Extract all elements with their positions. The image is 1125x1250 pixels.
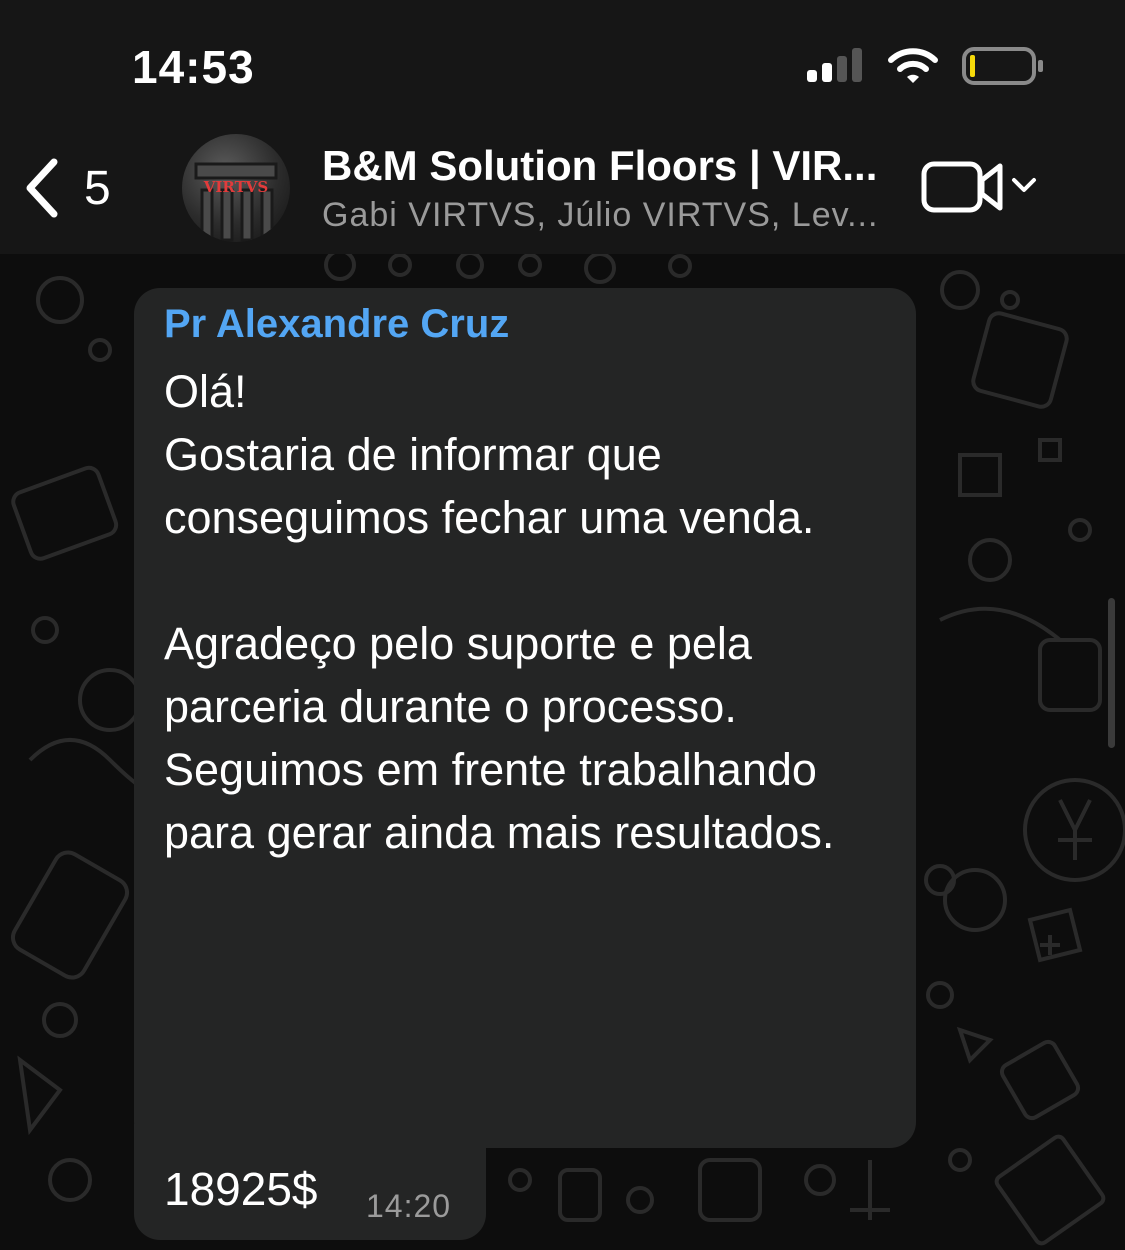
message-amount: 18925$	[164, 1163, 318, 1215]
back-button[interactable]: 5	[22, 156, 111, 220]
message-text: Olá! Gostaria de informar que conseguimo…	[164, 366, 835, 858]
chevron-down-icon	[1012, 178, 1036, 192]
chevron-left-icon	[26, 158, 58, 218]
group-avatar[interactable]: VIRTVS	[182, 134, 290, 242]
message-sender[interactable]: Pr Alexandre Cruz	[164, 302, 509, 347]
status-time: 14:53	[132, 41, 255, 93]
video-camera-icon	[921, 161, 1036, 213]
avatar-logo-text: VIRTVS	[203, 178, 269, 196]
message-bubble[interactable]: Pr Alexandre Cruz Olá! Gostaria de infor…	[134, 288, 916, 1148]
battery-icon	[962, 47, 1043, 85]
chat-participants[interactable]: Gabi VIRTVS, Júlio VIRTVS, Lev...	[322, 196, 887, 235]
status-bar: 14:53	[0, 0, 1125, 120]
status-icons	[805, 44, 1045, 88]
scroll-indicator[interactable]	[1108, 598, 1115, 748]
video-call-button[interactable]	[920, 158, 1042, 219]
unread-count: 5	[84, 161, 111, 215]
chat-title[interactable]: B&M Solution Floors | VIR...	[322, 142, 892, 190]
wifi-icon	[888, 48, 938, 83]
cellular-signal-icon	[807, 48, 862, 82]
chat-header: 5 VIRTVS B&M Solution Floors | VIR... Ga…	[0, 120, 1125, 254]
message-timestamp: 14:20	[366, 1188, 452, 1224]
